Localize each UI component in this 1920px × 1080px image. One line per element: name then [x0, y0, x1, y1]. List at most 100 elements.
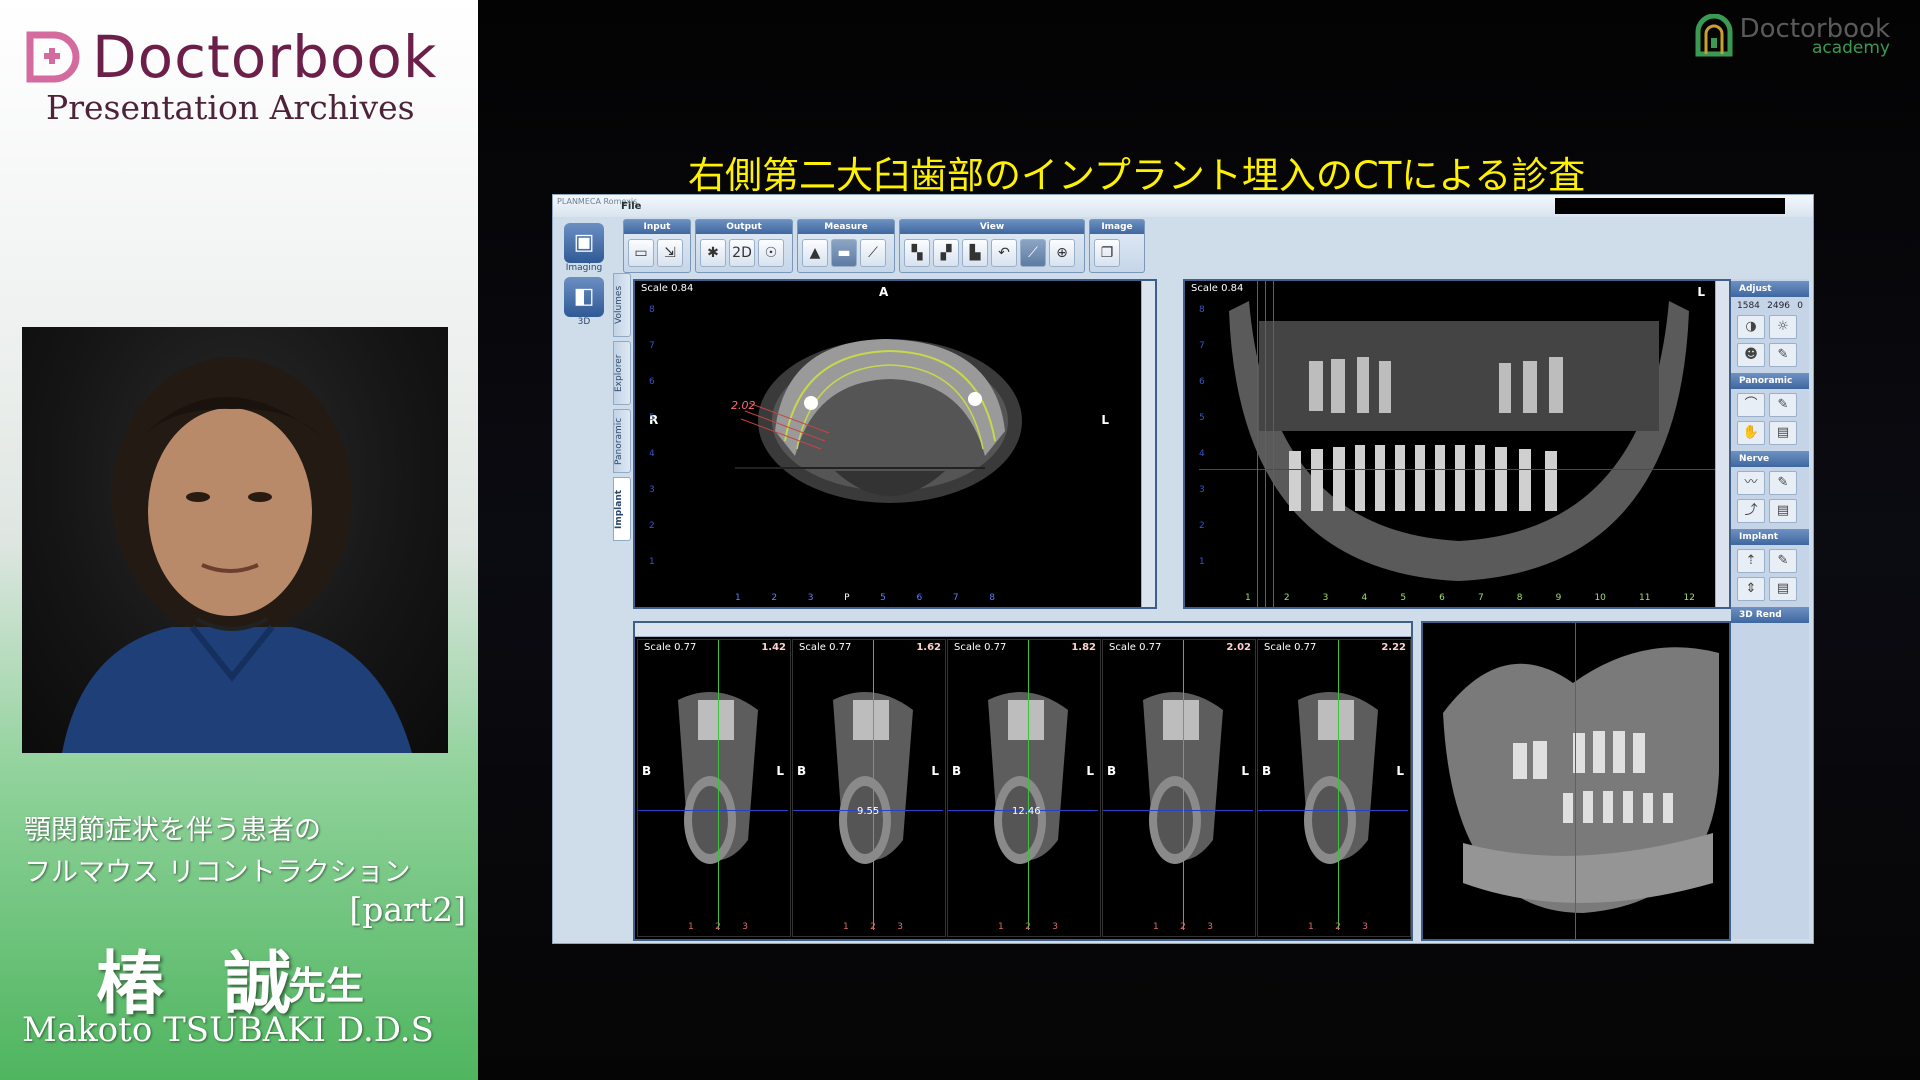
brightness-slider-icon[interactable]: ◑ — [1737, 315, 1765, 339]
toolbar-group-output: Output ✱ 2D ☉ — [695, 219, 793, 273]
3d-render-view[interactable] — [1421, 621, 1731, 941]
cs-ruler-horizontal: 1 2 3 — [688, 922, 748, 932]
presenter-portrait-image — [62, 357, 412, 753]
skull-view-icon[interactable]: ☻ — [1737, 343, 1765, 367]
romexis-window: PLANMECA Romexis File ▣ Imaging ◧ 3D Inp… — [552, 194, 1814, 944]
axial-view[interactable]: Scale 0.84 A R L 8 7 6 5 4 3 2 1 2.02 1 … — [633, 279, 1157, 609]
cs-ct-image: 9.55 — [793, 640, 943, 930]
measure-icon[interactable]: ⟋ — [860, 239, 886, 267]
implant-move-icon[interactable]: ⇕ — [1737, 577, 1765, 601]
3d-icon: ◧ — [564, 277, 604, 317]
image-icon[interactable]: ▲ — [802, 239, 828, 267]
brand-subtitle: Presentation Archives — [46, 88, 415, 127]
cs-ct-image — [638, 640, 788, 930]
presenter-panel: Doctorbook Presentation Archives 顎関節症状を伴… — [0, 0, 478, 1080]
talk-title-line1: 顎関節症状を伴う患者の — [24, 815, 321, 846]
pano-curve-icon[interactable]: ⌒ — [1737, 393, 1765, 417]
nerve-doc-icon[interactable]: ▤ — [1769, 499, 1797, 523]
pen-icon[interactable]: ✎ — [1769, 343, 1797, 367]
presenter-name-en: Makoto TSUBAKI D.D.S — [22, 1010, 434, 1050]
redacted-patient-field — [1555, 198, 1785, 214]
3d-label: 3D — [577, 317, 591, 327]
talk-part: [part2] — [349, 890, 466, 929]
academy-badge-icon — [1695, 14, 1733, 57]
pano-scrollbar[interactable] — [1715, 281, 1729, 607]
cs-ruler-horizontal: 1 2 3 — [843, 922, 903, 932]
talk-title-line2: フルマウス リコントラクション — [24, 857, 411, 888]
panoramic-view[interactable]: Scale 0.84 L 8 7 6 5 4 3 2 1 1 2 3 4 5 6… — [1183, 279, 1731, 609]
section-3d-rend[interactable]: 3D Rend — [1731, 607, 1809, 623]
cross-section-panel[interactable]: Scale 0.77 1.42 B L 1 2 3 — [637, 639, 791, 937]
section-adjust[interactable]: Adjust — [1731, 281, 1809, 297]
adjust-values: 1584 2496 0 — [1737, 301, 1803, 311]
brand-name: Doctorbook — [92, 23, 438, 91]
3d-tool[interactable]: ◧ 3D — [561, 277, 607, 327]
contrast-slider-icon[interactable]: ☼ — [1769, 315, 1797, 339]
ruler-icon[interactable]: ⟋ — [1020, 239, 1046, 267]
image-copy-icon[interactable]: ❐ — [1094, 239, 1120, 267]
tab-implant[interactable]: Implant — [613, 477, 631, 541]
ribbon-toolbar: Input ▭ ⇲ Output ✱ 2D ☉ Measure ▲ ▬ ⟋ Vi… — [623, 219, 1145, 273]
implant-library-icon[interactable]: ▤ — [1769, 577, 1797, 601]
cross-section-panel[interactable]: Scale 0.77 2.22 B L 1 2 3 — [1257, 639, 1411, 937]
presenter-honorific: 先生 — [288, 964, 365, 1008]
menu-file[interactable]: File — [621, 201, 641, 212]
pano-doc-icon[interactable]: ▤ — [1769, 421, 1797, 445]
cross-section-panel[interactable]: Scale 0.77 2.02 B L 1 2 3 — [1102, 639, 1256, 937]
toolbar-group-image: Image ❐ — [1089, 219, 1145, 273]
section-panoramic[interactable]: Panoramic — [1731, 373, 1809, 389]
vertical-tabs: Volumes Explorer Panoramic Implant — [613, 273, 631, 933]
cross-section-panel[interactable]: Scale 0.77 1.62 B L 9.55 1 2 3 — [792, 639, 946, 937]
open-folder-icon[interactable]: ▭ — [628, 239, 654, 267]
imaging-tool[interactable]: ▣ Imaging — [561, 223, 607, 273]
pano-edit-icon[interactable]: ✎ — [1769, 393, 1797, 417]
implant-add-icon[interactable]: ⇡ — [1737, 549, 1765, 573]
doctorbook-brand: Doctorbook — [24, 26, 464, 88]
zoom-icon[interactable]: ⊕ — [1049, 239, 1075, 267]
layout1-icon[interactable]: ▚ — [904, 239, 930, 267]
axial-scrollbar[interactable] — [1141, 281, 1155, 607]
cross-section-panel[interactable]: Scale 0.77 1.82 B L 12.46 1 2 3 — [947, 639, 1101, 937]
nerve-draw-icon[interactable]: 〰 — [1737, 471, 1765, 495]
layout3-icon[interactable]: ▙ — [962, 239, 988, 267]
cs-ruler-horizontal: 1 2 3 — [1308, 922, 1368, 932]
import-icon[interactable]: ⇲ — [657, 239, 683, 267]
tab-volumes[interactable]: Volumes — [613, 273, 631, 337]
doctorbook-academy-logo: Doctorbook academy — [1694, 14, 1890, 58]
window-icon[interactable]: ▬ — [831, 239, 857, 267]
nerve-edit-icon[interactable]: ✎ — [1769, 471, 1797, 495]
cs-ruler-horizontal: 1 2 3 — [998, 922, 1058, 932]
slide-stage: Doctorbook academy 右側第二大臼歯部のインプラント埋入のCTに… — [478, 0, 1920, 1080]
section-nerve[interactable]: Nerve — [1731, 451, 1809, 467]
toolbar-group-measure: Measure ▲ ▬ ⟋ — [797, 219, 895, 273]
implant-edit-icon[interactable]: ✎ — [1769, 549, 1797, 573]
section-implant[interactable]: Implant — [1731, 529, 1809, 545]
axial-ct-image: 2.02 — [731, 339, 1022, 503]
cs-ruler-horizontal: 1 2 3 — [1153, 922, 1213, 932]
presenter-photo — [22, 327, 448, 753]
slide-title: 右側第二大臼歯部のインプラント埋入のCTによる診査 — [688, 154, 1586, 197]
imaging-label: Imaging — [565, 263, 603, 273]
layout4-icon[interactable]: ↶ — [991, 239, 1017, 267]
tool-panel: Adjust 1584 2496 0 ◑ ☼ ☻ ✎ Panoramic ⌒ ✎ — [1731, 279, 1809, 939]
group-label: Image — [1090, 220, 1144, 234]
tab-panoramic[interactable]: Panoramic — [613, 409, 631, 473]
2d-icon[interactable]: 2D — [729, 239, 755, 267]
group-label: View — [900, 220, 1084, 234]
skull-icon[interactable]: ☉ — [758, 239, 784, 267]
nerve-add-icon[interactable]: ⤴ — [1737, 499, 1765, 523]
imaging-icon: ▣ — [564, 223, 604, 263]
cs-measure-label: 9.55 — [857, 806, 879, 817]
pano-hand-icon[interactable]: ✋ — [1737, 421, 1765, 445]
axial-ruler-horizontal: 1 2 3 P 5 6 7 8 — [735, 593, 995, 603]
cross-section-scrollbar[interactable] — [635, 623, 1411, 637]
group-label: Input — [624, 220, 690, 234]
cs-ct-image — [1258, 640, 1408, 930]
group-label: Output — [696, 220, 792, 234]
layout2-icon[interactable]: ▞ — [933, 239, 959, 267]
tab-explorer[interactable]: Explorer — [613, 341, 631, 405]
xray-icon[interactable]: ✱ — [700, 239, 726, 267]
toolbar-group-input: Input ▭ ⇲ — [623, 219, 691, 273]
cs-ct-image: 12.46 — [948, 640, 1098, 930]
group-label: Measure — [798, 220, 894, 234]
